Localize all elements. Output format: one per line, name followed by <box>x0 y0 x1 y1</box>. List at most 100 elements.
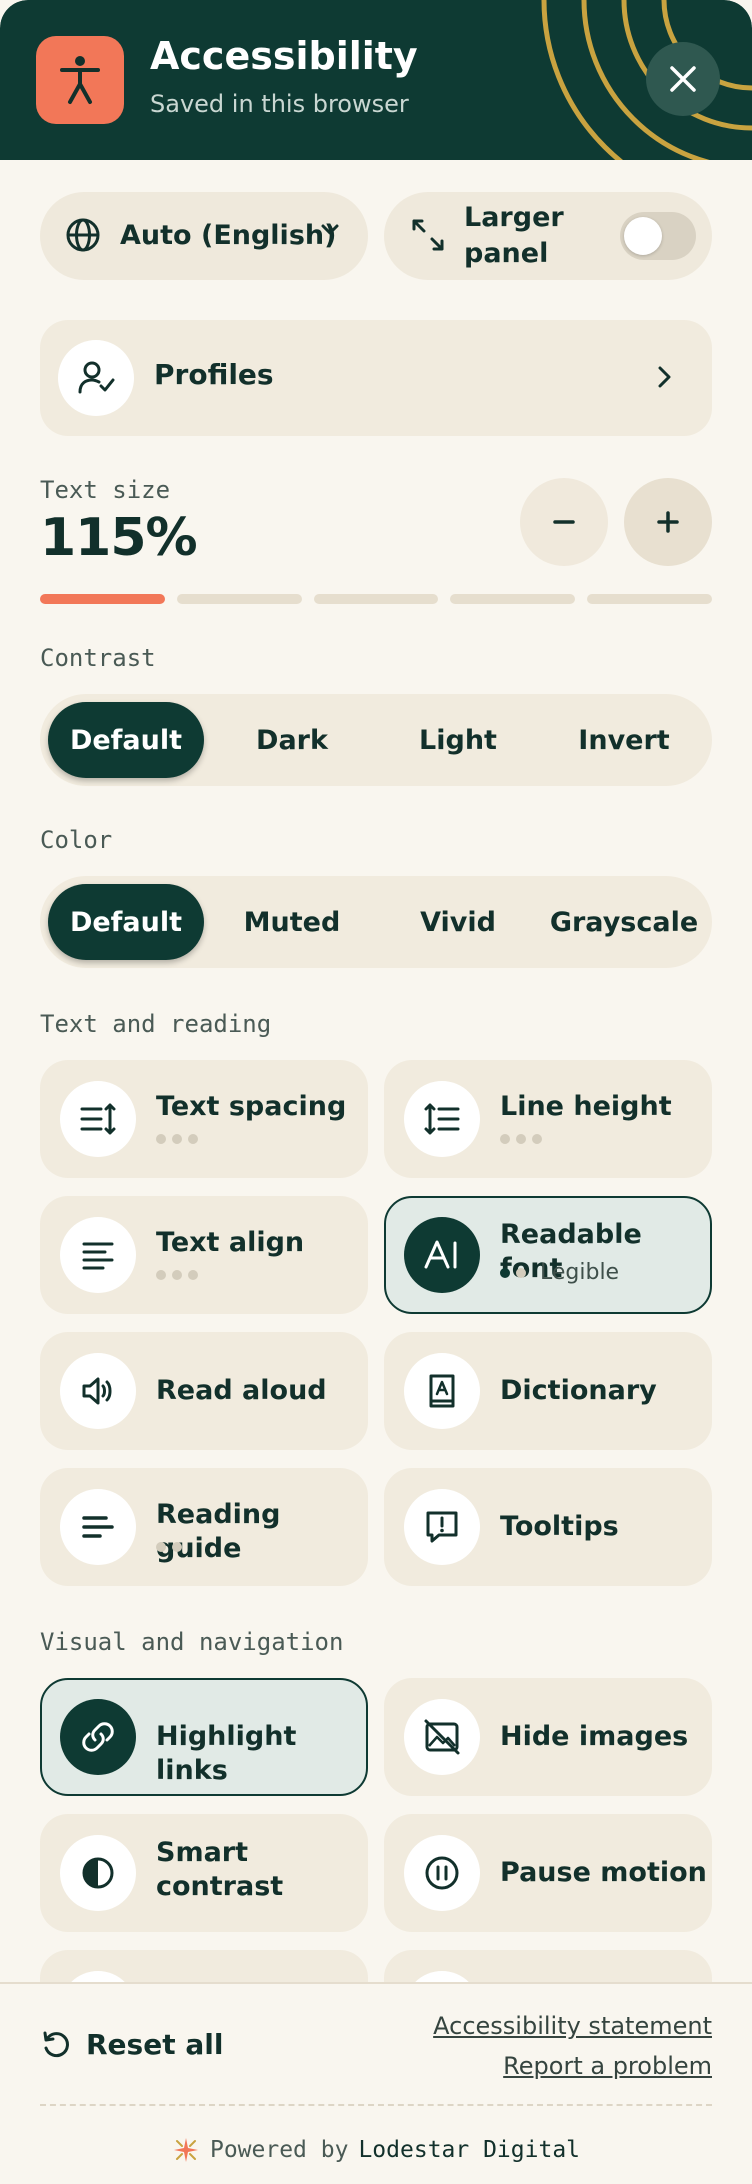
pause-motion-card[interactable]: Pause motion <box>384 1814 712 1932</box>
pause-motion-label: Pause motion <box>500 1857 707 1888</box>
text-align-icon <box>82 1242 114 1270</box>
link-icon <box>82 1722 114 1752</box>
larger-panel-toggle[interactable] <box>620 212 696 260</box>
footer-divider <box>40 2104 712 2106</box>
text-size-level-segment <box>176 594 302 604</box>
close-button[interactable] <box>646 42 720 116</box>
level-dot <box>156 1270 166 1280</box>
highlight-links-icon-container <box>60 1699 136 1775</box>
contrast-label: Contrast <box>40 644 156 672</box>
line-height-icon-container <box>404 1081 480 1157</box>
powered-by-text: Powered by <box>209 2137 349 2163</box>
reset-icon <box>43 2031 69 2057</box>
sparkle-logo-icon <box>173 2138 198 2162</box>
contrast-option-light[interactable]: Light <box>380 702 536 778</box>
line-height-level-dots <box>500 1134 542 1144</box>
readable-font-level-dots: Legible <box>500 1260 619 1285</box>
tooltips-icon-container <box>404 1489 480 1565</box>
hide-images-card[interactable]: Hide images <box>384 1678 712 1796</box>
level-dot <box>500 1267 510 1278</box>
tooltips-card[interactable]: Tooltips <box>384 1468 712 1586</box>
smart-contrast-label: Smart contrast <box>156 1837 284 1902</box>
hide-image-icon <box>424 1719 460 1755</box>
text-align-label: Text align <box>156 1227 305 1258</box>
contrast-option-default[interactable]: Default <box>48 702 204 778</box>
smart-contrast-icon-container <box>60 1835 136 1911</box>
read-aloud-label: Read aloud <box>156 1375 327 1406</box>
globe-icon <box>66 218 100 252</box>
level-dot <box>500 1134 510 1144</box>
level-dot <box>516 1134 526 1144</box>
text-spacing-label: Text spacing <box>156 1091 347 1122</box>
text-align-icon-container <box>60 1217 136 1293</box>
close-icon <box>670 66 696 92</box>
read-aloud-card[interactable]: Read aloud <box>40 1332 368 1450</box>
chevron-right-icon <box>658 366 671 388</box>
profiles-button[interactable]: Profiles <box>40 320 712 436</box>
text-spacing-icon-container <box>60 1081 136 1157</box>
text-align-level-dots <box>156 1270 198 1280</box>
reset-all-label: Reset all <box>86 2028 224 2061</box>
accessibility-logo <box>36 36 124 124</box>
dictionary-icon-container <box>404 1353 480 1429</box>
text-size-level-segment <box>313 594 439 604</box>
hide-images-icon-container <box>404 1699 480 1775</box>
color-option-vivid[interactable]: Vivid <box>380 884 536 960</box>
level-dot <box>188 1270 198 1280</box>
text-size-label: Text size <box>40 476 171 504</box>
expand-icon <box>412 219 444 251</box>
minus-icon <box>553 520 575 524</box>
report-problem-link[interactable]: Report a problem <box>503 2052 712 2080</box>
text-size-value: 115% <box>40 508 198 568</box>
panel-subtitle: Saved in this browser <box>150 90 409 118</box>
language-select[interactable]: Auto (English) <box>40 192 368 280</box>
readable-font-icon-container <box>404 1217 480 1293</box>
reset-all-button[interactable]: Reset all <box>40 2028 223 2061</box>
readable-font-card[interactable]: Readable font Legible <box>384 1196 712 1314</box>
visual-navigation-label: Visual and navigation <box>40 1628 344 1656</box>
profiles-label: Profiles <box>154 358 274 391</box>
level-dot <box>172 1134 182 1144</box>
level-dot <box>156 1134 166 1144</box>
plus-icon <box>657 511 679 533</box>
powered-by: Powered by Lodestar Digital <box>0 2136 752 2164</box>
reading-guide-level-dots <box>156 1542 182 1552</box>
highlight-links-card[interactable]: Highlight links <box>40 1678 368 1796</box>
dictionary-card[interactable]: Dictionary <box>384 1332 712 1450</box>
line-height-card[interactable]: Line height <box>384 1060 712 1178</box>
larger-panel-label: Larger panel <box>464 202 564 269</box>
readable-font-icon <box>424 1240 457 1269</box>
language-value: Auto (English) <box>120 220 337 251</box>
panel-footer: Reset all Accessibility statement Report… <box>0 1982 752 2184</box>
color-option-grayscale[interactable]: Grayscale <box>546 884 702 960</box>
smart-contrast-card[interactable]: Smart contrast <box>40 1814 368 1932</box>
line-height-label: Line height <box>500 1091 672 1122</box>
dictionary-icon <box>429 1374 455 1408</box>
contrast-option-invert[interactable]: Invert <box>546 702 702 778</box>
color-option-muted[interactable]: Muted <box>214 884 370 960</box>
accessibility-statement-link[interactable]: Accessibility statement <box>433 2012 712 2040</box>
contrast-option-dark[interactable]: Dark <box>214 702 370 778</box>
panel-title: Accessibility <box>150 34 418 78</box>
level-dot <box>172 1542 182 1552</box>
dictionary-label: Dictionary <box>500 1375 657 1406</box>
decrease-text-size-button[interactable] <box>520 478 608 566</box>
accessibility-panel: Accessibility Saved in this browser Auto… <box>0 0 752 2184</box>
panel-header: Accessibility Saved in this browser <box>0 0 752 160</box>
highlight-links-label: Highlight links <box>156 1721 297 1786</box>
text-spacing-level-dots <box>156 1134 198 1144</box>
user-check-icon <box>78 361 115 394</box>
tooltip-icon <box>426 1511 458 1543</box>
profile-icon-container <box>58 340 134 416</box>
powered-by-brand[interactable]: Lodestar Digital <box>358 2137 580 2163</box>
text-spacing-card[interactable]: Text spacing <box>40 1060 368 1178</box>
readable-font-status: Legible <box>540 1260 620 1285</box>
reading-guide-label: Reading guide <box>156 1499 281 1564</box>
color-option-default[interactable]: Default <box>48 884 204 960</box>
text-align-card[interactable]: Text align <box>40 1196 368 1314</box>
level-dot <box>172 1270 182 1280</box>
reading-guide-card[interactable]: Reading guide <box>40 1468 368 1586</box>
text-reading-label: Text and reading <box>40 1010 272 1038</box>
increase-text-size-button[interactable] <box>624 478 712 566</box>
level-dot <box>532 1134 542 1144</box>
